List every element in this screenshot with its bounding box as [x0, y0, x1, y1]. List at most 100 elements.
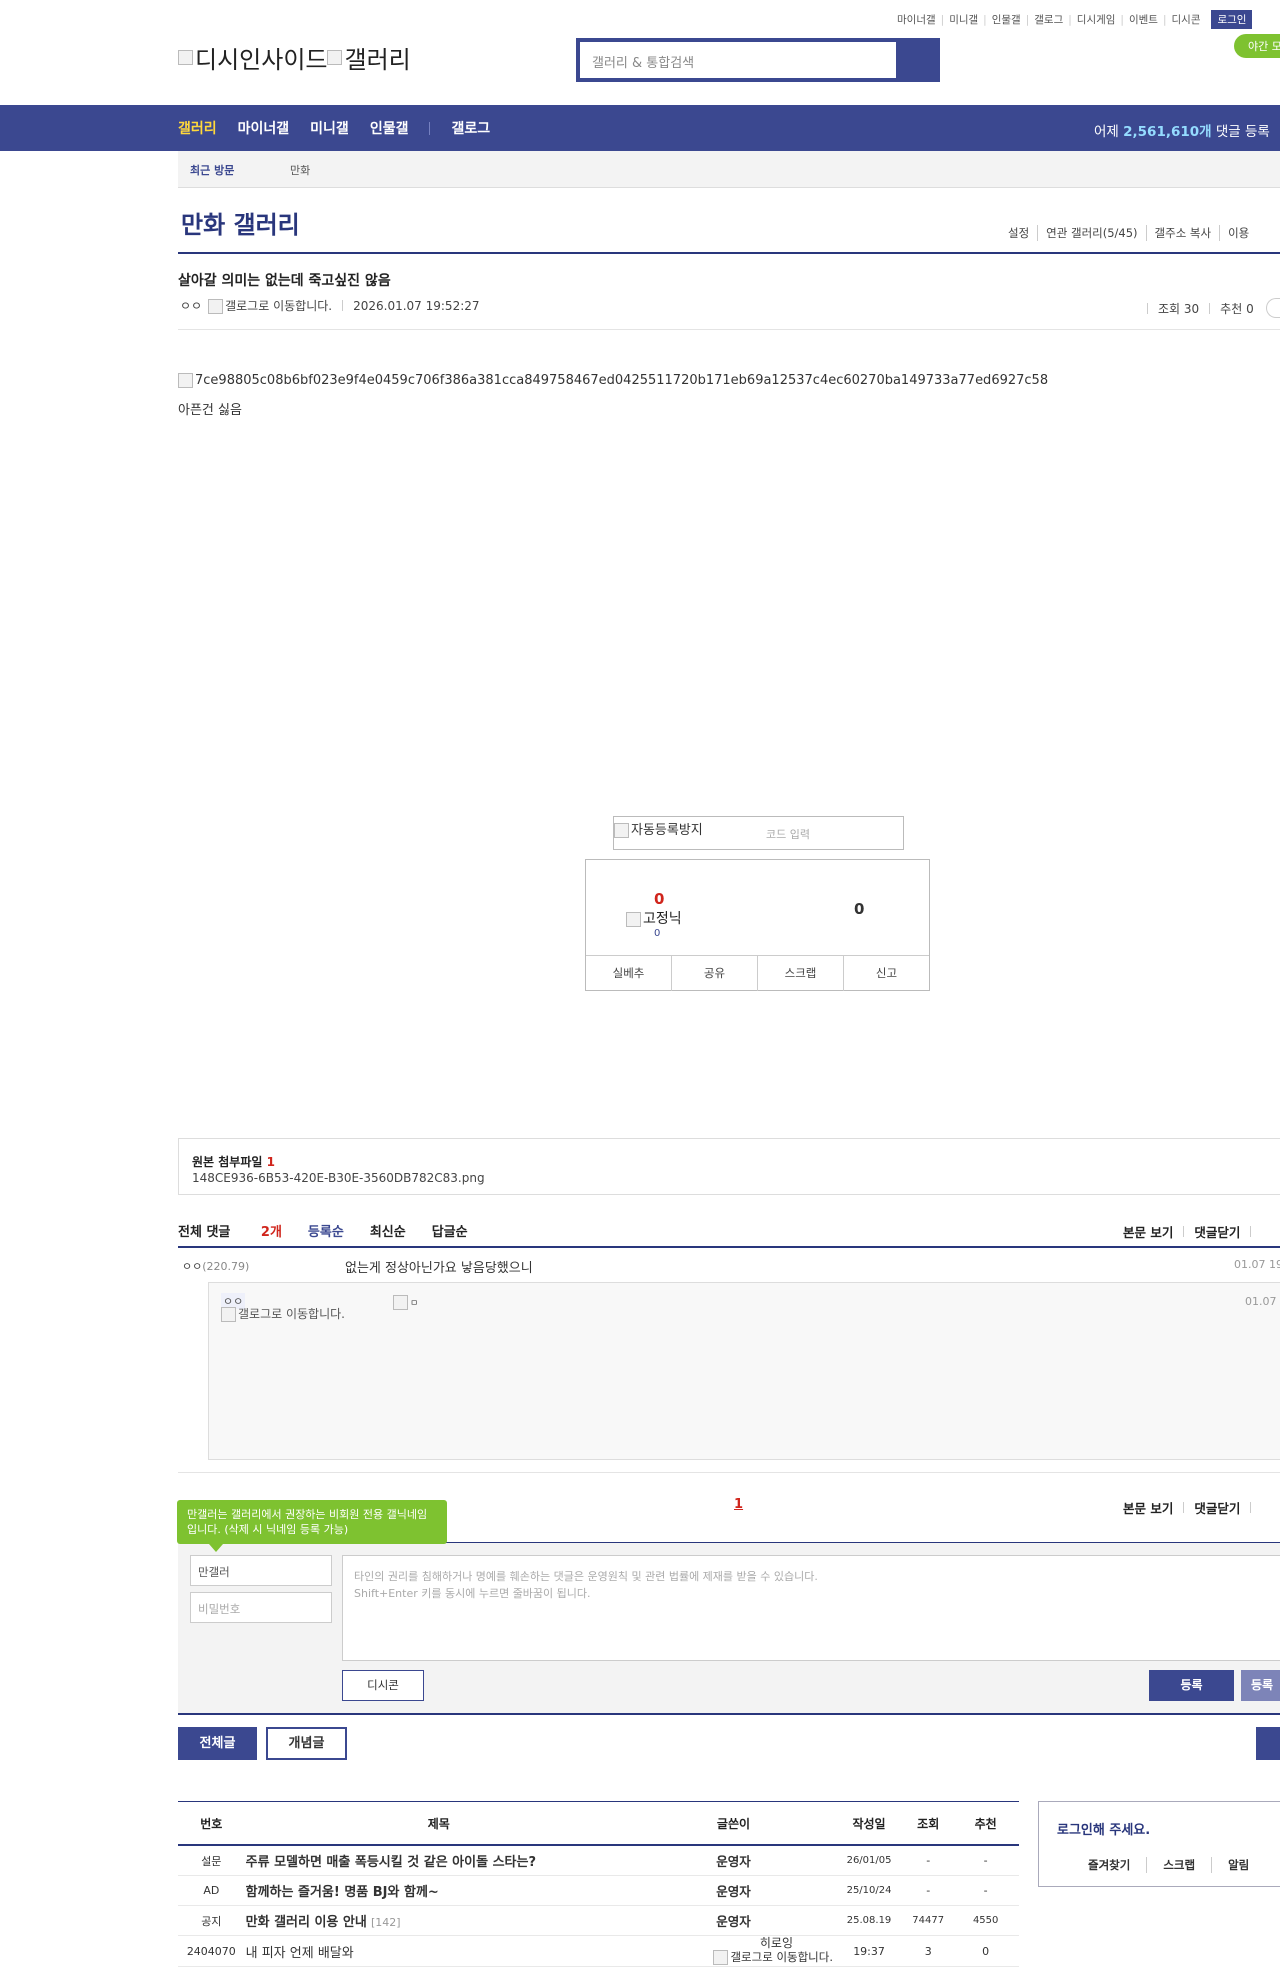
top-link-event[interactable]: 이벤트 — [1124, 12, 1163, 27]
concept-posts-button[interactable]: 개념글 — [266, 1727, 347, 1760]
comment-tabs: 전체 댓글 2개 등록순 최신순 답글순 — [178, 1221, 494, 1240]
post-title: 살아갈 의미는 없는데 죽고싶진 않음 — [178, 273, 391, 289]
post-date: 2026.01.07 19:52:27 — [353, 298, 480, 313]
row-title[interactable]: 만화 갤러리 이용 안내 [142] — [244, 1905, 633, 1936]
comment-stat: 어제 2,561,610개 댓글 등록 — [1094, 120, 1270, 140]
row-writer[interactable]: 운영자 — [632, 1875, 834, 1906]
row-reply-count[interactable]: [142] — [371, 1916, 401, 1929]
top-link-gallog[interactable]: 갤로그 — [1029, 12, 1068, 27]
attachment-box: 원본 첨부파일 1 148CE936-6B53-420E-B30E-3560DB… — [178, 1138, 1280, 1195]
table-row: 2404070 내 피자 언제 배달와 히로잉 갤로그로 이동합니다. 19:3… — [178, 1935, 1019, 1967]
captcha-box: 자동등록방지 코드 입력 — [613, 816, 904, 850]
list-header: 번호 제목 글쓴이 작성일 조회 추천 — [178, 1801, 1019, 1846]
row-title[interactable]: 주류 모델하면 매출 폭등시킬 것 같은 아이돌 스타는? — [244, 1845, 633, 1876]
gallery-menu: 설정 연관 갤러리(5/45) 갤주소 복사 이용 — [1000, 225, 1257, 241]
nav-gallery[interactable]: 갤러리 — [178, 118, 217, 138]
gallog-link[interactable]: 갤로그로 이동합니다. — [208, 297, 332, 314]
close-comments-link-bottom[interactable]: 댓글닫기 — [1194, 1498, 1240, 1517]
col-title: 제목 — [244, 1801, 633, 1846]
night-mode-button[interactable]: 야간 모 — [1234, 34, 1280, 58]
nav-gallog[interactable]: 갤로그 — [451, 118, 490, 138]
post-author[interactable]: ㅇㅇ — [180, 297, 202, 314]
share-button[interactable]: 공유 — [671, 956, 757, 991]
reply-dccon: ㅁ — [393, 1295, 418, 1310]
recent-item[interactable]: 만화 — [290, 162, 310, 178]
comment-page-1[interactable]: 1 — [734, 1497, 743, 1512]
realbest-button[interactable]: 실베추 — [586, 956, 671, 991]
comment-reply: ㅇㅇ 갤로그로 이동합니다. ㅁ 01.07 1 — [208, 1282, 1280, 1460]
scrap-link[interactable]: 스크랩 — [1146, 1857, 1211, 1873]
top-link-minor[interactable]: 마이너갤 — [892, 12, 941, 27]
row-writer[interactable]: 히로잉 갤로그로 이동합니다. — [632, 1935, 834, 1967]
comment-list-end — [178, 1472, 1280, 1473]
scrap-button[interactable]: 스크랩 — [757, 956, 843, 991]
row-rec: - — [952, 1875, 1019, 1906]
row-writer-gallog[interactable]: 갤로그로 이동합니다. — [634, 1950, 833, 1965]
row-title[interactable]: 함께하는 즐거움! 명품 BJ와 함께~ — [244, 1875, 633, 1906]
fixed-nick-count: 0 — [654, 928, 661, 939]
nav-mini[interactable]: 미니갤 — [310, 118, 349, 138]
sort-replies[interactable]: 답글순 — [432, 1221, 468, 1240]
col-num: 번호 — [178, 1801, 245, 1846]
post-header-divider — [178, 329, 1280, 330]
more-icon[interactable] — [1265, 298, 1280, 318]
gallery-settings[interactable]: 설정 — [1000, 225, 1037, 241]
all-posts-button[interactable]: 전체글 — [178, 1727, 257, 1760]
row-title-text: 만화 갤러리 이용 안내 — [245, 1915, 367, 1930]
login-button[interactable]: 로그인 — [1211, 10, 1253, 29]
stat-value: 2,561,610개 — [1123, 124, 1212, 140]
textarea-placeholder-2: Shift+Enter 키를 동시에 누르면 줄바꿈이 됩니다. — [354, 1587, 591, 1600]
top-link-dccon[interactable]: 디시콘 — [1167, 12, 1206, 27]
row-title[interactable]: 내 피자 언제 배달와 — [244, 1935, 633, 1967]
sort-latest[interactable]: 최신순 — [370, 1221, 406, 1240]
sort-registered[interactable]: 등록순 — [308, 1221, 344, 1240]
register-recommend-button[interactable]: 등록 — [1241, 1670, 1280, 1701]
reply-gallog-link[interactable]: 갤로그로 이동합니다. — [221, 1307, 351, 1322]
site-logo[interactable]: 디시인사이드 갤러리 — [178, 40, 411, 75]
row-writer[interactable]: 운영자 — [632, 1905, 834, 1936]
attachment-label: 원본 첨부파일 1 — [192, 1153, 275, 1170]
nickname-input[interactable]: 만갤러 — [190, 1555, 332, 1586]
stat-suffix: 댓글 등록 — [1215, 124, 1270, 140]
top-link-person[interactable]: 인물갤 — [987, 12, 1026, 27]
top-links: 마이너갤 | 미니갤 | 인물갤 | 갤로그 | 디시게임 | 이벤트 | 디시콘 로그인 — [892, 10, 1253, 29]
dccon-button[interactable]: 디시콘 — [342, 1670, 424, 1701]
copy-gallery-url[interactable]: 갤주소 복사 — [1145, 225, 1220, 241]
alarm-link[interactable]: 알림 — [1211, 1857, 1265, 1873]
top-link-mini[interactable]: 미니갤 — [944, 12, 983, 27]
search-input[interactable]: 갤러리 & 통합검색 — [580, 42, 896, 78]
comment-author[interactable]: ㅇㅇ(220.79) — [182, 1258, 249, 1274]
password-input[interactable]: 비밀번호 — [190, 1592, 332, 1623]
row-num: AD — [178, 1875, 245, 1906]
nav-minor[interactable]: 마이너갤 — [238, 118, 290, 138]
row-rec: 0 — [952, 1935, 1019, 1967]
login-prompt[interactable]: 로그인해 주세요. — [1057, 1819, 1150, 1838]
search-button[interactable] — [900, 38, 940, 82]
close-comments-link[interactable]: 댓글닫기 — [1194, 1222, 1240, 1241]
broken-image-icon — [178, 373, 193, 388]
recommend-up-count[interactable]: 0 — [654, 890, 664, 908]
write-bottom-divider — [178, 1713, 1280, 1715]
view-body-link[interactable]: 본문 보기 — [1123, 1222, 1173, 1241]
register-button[interactable]: 등록 — [1149, 1670, 1234, 1701]
view-body-link-bottom[interactable]: 본문 보기 — [1123, 1498, 1173, 1517]
row-date: 25/10/24 — [834, 1875, 905, 1906]
table-row: 공지 만화 갤러리 이용 안내 [142] 운영자 25.08.19 74477… — [178, 1905, 1019, 1936]
write-button[interactable] — [1256, 1727, 1280, 1760]
gallery-usage[interactable]: 이용 — [1219, 225, 1257, 241]
nav-person[interactable]: 인물갤 — [370, 118, 409, 138]
comment-ip: (220.79) — [202, 1260, 250, 1273]
comment-textarea[interactable]: 타인의 권리를 침해하거나 명예를 훼손하는 댓글은 운영원칙 및 관련 법률에… — [342, 1555, 1280, 1661]
reply-dccon-alt: ㅁ — [410, 1299, 419, 1309]
report-button[interactable]: 신고 — [843, 956, 929, 991]
favorites-link[interactable]: 즐겨찾기 — [1088, 1857, 1146, 1873]
search-placeholder: 갤러리 & 통합검색 — [592, 56, 695, 71]
gallery-title[interactable]: 만화 갤러리 — [181, 205, 300, 240]
row-writer[interactable]: 운영자 — [632, 1845, 834, 1876]
attachment-file[interactable]: 148CE936-6B53-420E-B30E-3560DB782C83.png — [192, 1171, 485, 1185]
broken-image-icon — [626, 911, 641, 927]
related-galleries[interactable]: 연관 갤러리(5/45) — [1037, 225, 1145, 241]
recommend-down-count[interactable]: 0 — [854, 900, 864, 918]
captcha-input[interactable]: 코드 입력 — [766, 826, 810, 842]
top-link-game[interactable]: 디시게임 — [1072, 12, 1121, 27]
